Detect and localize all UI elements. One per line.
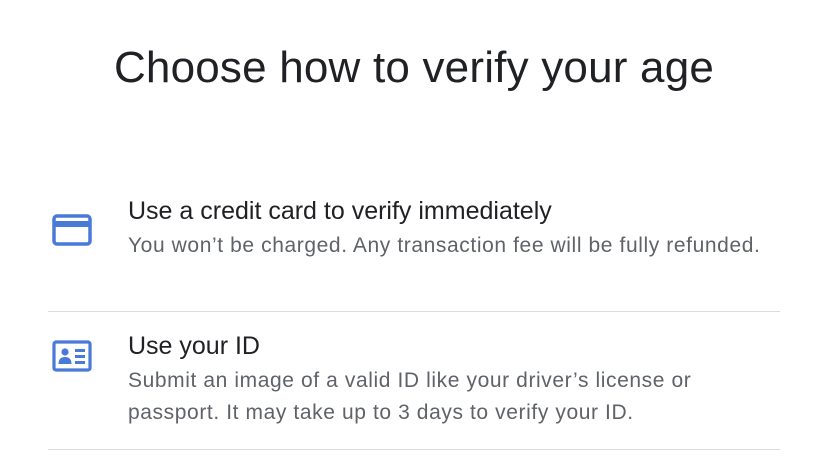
page-title: Choose how to verify your age [113,43,715,93]
verification-options-list: Use a credit card to verify immediately … [48,178,780,450]
credit-card-option-text: Use a credit card to verify immediately … [128,195,780,262]
credit-card-option-title: Use a credit card to verify immediately [128,197,552,225]
id-option[interactable]: Use your ID Submit an image of a valid I… [48,312,780,450]
id-option-description: Submit an image of a valid ID like your … [128,369,692,424]
credit-card-icon [52,214,92,246]
id-option-text: Use your ID Submit an image of a valid I… [128,330,780,429]
credit-card-option[interactable]: Use a credit card to verify immediately … [48,178,780,312]
id-card-icon [52,340,92,372]
credit-card-option-description: You won’t be charged. Any transaction fe… [128,234,761,257]
id-option-title: Use your ID [128,332,260,360]
